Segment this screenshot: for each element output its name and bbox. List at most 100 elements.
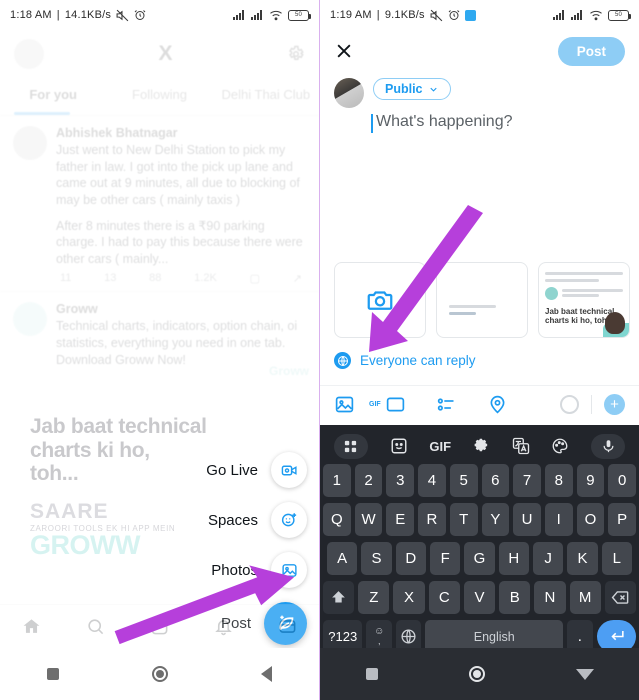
key-7[interactable]: 7 bbox=[513, 464, 541, 497]
notifications-bell-icon[interactable] bbox=[214, 617, 233, 636]
key-x[interactable]: X bbox=[393, 581, 425, 614]
key-w[interactable]: W bbox=[354, 503, 383, 536]
tab-for-you[interactable]: For you bbox=[0, 78, 106, 112]
like-count[interactable]: 88 bbox=[149, 272, 161, 285]
key-t[interactable]: T bbox=[449, 503, 478, 536]
audience-label: Public bbox=[385, 82, 423, 96]
settings-gear-icon[interactable] bbox=[473, 438, 490, 455]
status-separator: | bbox=[56, 9, 60, 21]
key-j[interactable]: J bbox=[532, 542, 564, 575]
key-o[interactable]: O bbox=[576, 503, 605, 536]
view-count[interactable]: 1.2K bbox=[194, 272, 217, 285]
keyboard-row-bottom: Z X C V B N M bbox=[323, 581, 636, 614]
key-y[interactable]: Y bbox=[481, 503, 510, 536]
fab-menu-item-go-live[interactable]: Go Live bbox=[97, 452, 307, 488]
key-i[interactable]: I bbox=[544, 503, 573, 536]
key-d[interactable]: D bbox=[395, 542, 426, 575]
backspace-icon[interactable] bbox=[604, 581, 636, 614]
palette-icon[interactable] bbox=[551, 437, 569, 455]
close-icon[interactable] bbox=[334, 41, 354, 61]
microphone-icon[interactable] bbox=[591, 433, 626, 459]
avatar bbox=[13, 302, 47, 337]
keyboard-row-numbers: 1 2 3 4 5 6 7 8 9 0 bbox=[322, 464, 637, 497]
kb-gif-button[interactable]: GIF bbox=[429, 439, 451, 454]
key-v[interactable]: V bbox=[463, 581, 496, 614]
compose-text-input[interactable]: What's happening? bbox=[371, 113, 625, 133]
audience-selector[interactable]: Public bbox=[373, 78, 451, 100]
home-button[interactable] bbox=[151, 666, 168, 682]
tab-delhi-thai-club[interactable]: Delhi Thai Club bbox=[213, 78, 319, 112]
key-n[interactable]: N bbox=[534, 581, 566, 614]
shift-arrow-icon[interactable] bbox=[323, 581, 355, 614]
camera-thumbnail[interactable] bbox=[334, 262, 426, 338]
recent-apps-button[interactable] bbox=[365, 668, 378, 680]
key-f[interactable]: F bbox=[430, 542, 461, 575]
key-0[interactable]: 0 bbox=[608, 464, 637, 497]
key-c[interactable]: C bbox=[428, 581, 460, 614]
timeline-tabs: For you Following Delhi Thai Club bbox=[0, 78, 319, 112]
key-1[interactable]: 1 bbox=[322, 464, 351, 497]
avatar[interactable] bbox=[334, 78, 364, 108]
character-counter-ring bbox=[560, 395, 579, 414]
profile-avatar[interactable] bbox=[14, 39, 44, 69]
poll-button[interactable] bbox=[436, 394, 457, 415]
home-button[interactable] bbox=[468, 666, 485, 682]
back-button[interactable] bbox=[261, 666, 273, 682]
key-9[interactable]: 9 bbox=[576, 464, 605, 497]
share-icon[interactable]: ↗ bbox=[293, 272, 302, 285]
grok-icon[interactable] bbox=[150, 617, 169, 636]
translate-icon[interactable] bbox=[512, 437, 530, 455]
add-post-icon[interactable]: + bbox=[604, 394, 625, 415]
timeline-post[interactable]: Abhishek Bhatnagar Just went to New Delh… bbox=[0, 116, 319, 291]
key-8[interactable]: 8 bbox=[544, 464, 573, 497]
fab-menu-item-spaces[interactable]: Spaces bbox=[97, 502, 307, 538]
dual-screenshot-container: 1:18 AM | 14.1KB/s 50 X For you Followin… bbox=[0, 0, 639, 700]
messages-envelope-icon[interactable] bbox=[278, 617, 297, 636]
key-u[interactable]: U bbox=[513, 503, 541, 536]
recent-apps-button[interactable] bbox=[46, 668, 59, 680]
grid-icon[interactable] bbox=[333, 433, 368, 459]
key-h[interactable]: H bbox=[498, 542, 529, 575]
compose-placeholder: What's happening? bbox=[376, 113, 513, 130]
wifi-icon bbox=[269, 10, 283, 21]
post-text: Just went to New Delhi Station to pick m… bbox=[56, 143, 300, 207]
media-button[interactable] bbox=[334, 394, 355, 415]
key-q[interactable]: Q bbox=[322, 503, 351, 536]
hide-keyboard-button[interactable] bbox=[575, 668, 594, 680]
key-4[interactable]: 4 bbox=[418, 464, 446, 497]
gear-icon[interactable] bbox=[287, 45, 305, 63]
gallery-thumbnail[interactable] bbox=[436, 262, 528, 338]
key-b[interactable]: B bbox=[499, 581, 531, 614]
key-k[interactable]: K bbox=[567, 542, 598, 575]
key-e[interactable]: E bbox=[386, 503, 415, 536]
repost-count[interactable]: 13 bbox=[104, 272, 116, 285]
photos-icon bbox=[271, 552, 307, 588]
key-3[interactable]: 3 bbox=[386, 464, 415, 497]
post-button[interactable]: Post bbox=[557, 36, 625, 66]
gif-button[interactable]: GIF bbox=[369, 394, 406, 415]
bookmark-icon[interactable]: ▢ bbox=[250, 272, 260, 285]
key-p[interactable]: P bbox=[608, 503, 637, 536]
key-g[interactable]: G bbox=[464, 542, 495, 575]
sticker-icon[interactable] bbox=[390, 437, 408, 455]
tab-following[interactable]: Following bbox=[106, 78, 212, 112]
key-l[interactable]: L bbox=[601, 542, 632, 575]
key-a[interactable]: A bbox=[327, 542, 358, 575]
fab-menu-item-photos[interactable]: Photos bbox=[97, 552, 307, 588]
key-5[interactable]: 5 bbox=[449, 464, 478, 497]
timeline-ad-post[interactable]: Groww Technical charts, indicators, opti… bbox=[0, 292, 319, 378]
reply-count[interactable]: 11 bbox=[60, 272, 71, 285]
reply-settings-row[interactable]: Everyone can reply bbox=[334, 352, 476, 369]
key-r[interactable]: R bbox=[418, 503, 446, 536]
status-left-group: 1:18 AM | 14.1KB/s bbox=[10, 9, 146, 22]
search-icon[interactable] bbox=[86, 617, 105, 636]
key-6[interactable]: 6 bbox=[481, 464, 510, 497]
gallery-thumbnail[interactable]: Jab baat technical charts ki ho, toh... bbox=[538, 262, 630, 338]
home-icon[interactable] bbox=[22, 617, 41, 636]
key-2[interactable]: 2 bbox=[354, 464, 383, 497]
key-s[interactable]: S bbox=[361, 542, 392, 575]
signal-bars-sim2-icon bbox=[571, 10, 584, 20]
key-m[interactable]: M bbox=[569, 581, 601, 614]
key-z[interactable]: Z bbox=[358, 581, 390, 614]
location-button[interactable] bbox=[487, 394, 508, 415]
